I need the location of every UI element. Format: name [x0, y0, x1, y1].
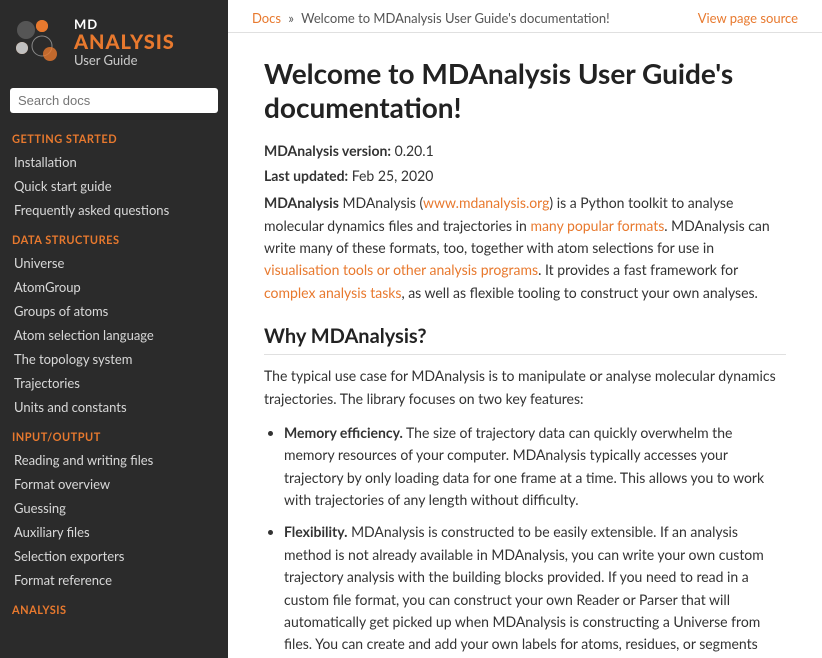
- view-page-source-link[interactable]: View page source: [698, 10, 798, 26]
- sidebar-item-atom-selection[interactable]: Atom selection language: [0, 323, 228, 347]
- intro-text-after-link4: , as well as flexible tooling to constru…: [401, 284, 757, 301]
- sidebar-logo: MD ANALYSIS User Guide: [0, 0, 228, 80]
- complex-analysis-link[interactable]: complex analysis tasks: [264, 284, 401, 301]
- breadcrumb: Docs » Welcome to MDAnalysis User Guide'…: [252, 10, 610, 26]
- section-label-input-output: INPUT/OUTPUT: [0, 419, 228, 448]
- version-value: 0.20.1: [395, 142, 434, 159]
- sidebar-item-universe[interactable]: Universe: [0, 251, 228, 275]
- version-line: MDAnalysis version: 0.20.1: [264, 142, 786, 159]
- feature-flexibility-title: Flexibility.: [284, 523, 347, 540]
- sidebar-item-guessing[interactable]: Guessing: [0, 496, 228, 520]
- why-section-title: Why MDAnalysis?: [264, 324, 786, 355]
- features-list: Memory efficiency. The size of trajector…: [284, 422, 786, 658]
- updated-line: Last updated: Feb 25, 2020: [264, 167, 786, 184]
- section-getting-started: GETTING STARTED Installation Quick start…: [0, 121, 228, 222]
- version-label: MDAnalysis version:: [264, 142, 391, 159]
- intro-text-after-link3: . It provides a fast framework for: [538, 261, 738, 278]
- many-formats-link[interactable]: many popular formats: [530, 217, 664, 234]
- sidebar-item-auxiliary-files[interactable]: Auxiliary files: [0, 520, 228, 544]
- search-input[interactable]: [10, 88, 218, 113]
- sidebar-item-selection-exporters[interactable]: Selection exporters: [0, 544, 228, 568]
- section-label-analysis: ANALYSIS: [0, 592, 228, 621]
- mdanalysis-org-link[interactable]: www.mdanalysis.org: [423, 194, 549, 211]
- sidebar-item-trajectories[interactable]: Trajectories: [0, 371, 228, 395]
- feature-memory-title: Memory efficiency.: [284, 424, 403, 441]
- search-box: [0, 80, 228, 121]
- intro-text-before-link1: MDAnalysis (: [342, 194, 423, 211]
- main-content: Docs » Welcome to MDAnalysis User Guide'…: [228, 0, 822, 658]
- sidebar-item-format-reference[interactable]: Format reference: [0, 568, 228, 592]
- section-input-output: INPUT/OUTPUT Reading and writing files F…: [0, 419, 228, 592]
- breadcrumb-docs-link[interactable]: Docs: [252, 10, 281, 26]
- sidebar-item-reading-writing[interactable]: Reading and writing files: [0, 448, 228, 472]
- updated-label: Last updated:: [264, 167, 348, 184]
- vis-tools-link[interactable]: visualisation tools or other analysis pr…: [264, 261, 538, 278]
- sidebar-item-quickstart[interactable]: Quick start guide: [0, 174, 228, 198]
- section-label-getting-started: GETTING STARTED: [0, 121, 228, 150]
- sidebar-item-atomgroup[interactable]: AtomGroup: [0, 275, 228, 299]
- why-section-intro: The typical use case for MDAnalysis is t…: [264, 365, 786, 410]
- breadcrumb-separator: »: [288, 10, 294, 26]
- feature-flexibility: Flexibility. MDAnalysis is constructed t…: [284, 521, 786, 658]
- page-title: Welcome to MDAnalysis User Guide's docum…: [264, 57, 786, 124]
- mdanalysis-bold: MDAnalysis: [264, 194, 339, 211]
- sidebar-item-format-overview[interactable]: Format overview: [0, 472, 228, 496]
- feature-memory-efficiency: Memory efficiency. The size of trajector…: [284, 422, 786, 512]
- section-data-structures: DATA STRUCTURES Universe AtomGroup Group…: [0, 222, 228, 419]
- feature-flexibility-text: MDAnalysis is constructed to be easily e…: [284, 523, 764, 658]
- sidebar-item-topology-system[interactable]: The topology system: [0, 347, 228, 371]
- section-label-data-structures: DATA STRUCTURES: [0, 222, 228, 251]
- intro-paragraph: MDAnalysis MDAnalysis (www.mdanalysis.or…: [264, 192, 786, 304]
- sidebar-item-faq[interactable]: Frequently asked questions: [0, 198, 228, 222]
- sidebar: MD ANALYSIS User Guide GETTING STARTED I…: [0, 0, 228, 658]
- page-content: Welcome to MDAnalysis User Guide's docum…: [228, 33, 822, 658]
- logo-analysis: ANALYSIS: [74, 31, 175, 53]
- breadcrumb-current: Welcome to MDAnalysis User Guide's docum…: [301, 10, 610, 26]
- mdanalysis-logo-icon: [12, 16, 64, 68]
- logo-md: MD: [74, 17, 175, 31]
- logo-text: MD ANALYSIS User Guide: [74, 17, 175, 68]
- sidebar-item-units-constants[interactable]: Units and constants: [0, 395, 228, 419]
- section-analysis: ANALYSIS: [0, 592, 228, 621]
- breadcrumb-bar: Docs » Welcome to MDAnalysis User Guide'…: [228, 0, 822, 33]
- sidebar-item-installation[interactable]: Installation: [0, 150, 228, 174]
- updated-value: Feb 25, 2020: [352, 167, 434, 184]
- sidebar-item-groups-atoms[interactable]: Groups of atoms: [0, 299, 228, 323]
- logo-guide: User Guide: [74, 53, 175, 67]
